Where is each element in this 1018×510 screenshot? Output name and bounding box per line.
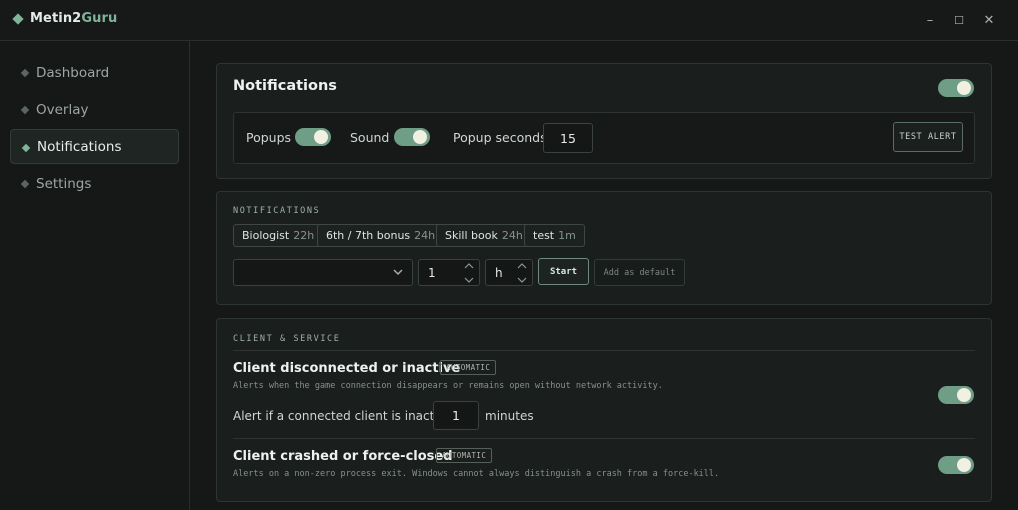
timer-chip[interactable]: Skill book 24h [436, 224, 532, 247]
minutes-label: minutes [485, 409, 534, 423]
client-crashed-toggle[interactable] [938, 456, 974, 474]
sidebar-item-dashboard[interactable]: Dashboard [10, 55, 179, 90]
chip-duration: 24h [414, 229, 436, 242]
chevron-down-icon [393, 269, 403, 275]
card-title: Notifications [233, 78, 337, 94]
divider [233, 350, 975, 351]
timer-chip[interactable]: test 1m [524, 224, 585, 247]
app-title-main: Metin2 [30, 11, 82, 26]
sidebar-item-label: Settings [36, 175, 92, 192]
timer-chip[interactable]: 6th / 7th bonus 24h [317, 224, 445, 247]
popup-seconds-input[interactable]: 15 [543, 123, 593, 153]
timers-card: NOTIFICATIONS Biologist 22h 6th / 7th bo… [216, 191, 992, 305]
sidebar-item-overlay[interactable]: Overlay [10, 92, 179, 127]
toggle-knob [957, 81, 971, 95]
add-as-default-button[interactable]: Add as default [594, 259, 685, 286]
notifications-card: Notifications Popups Sound Popup seconds… [216, 63, 992, 179]
maximize-icon: ☐ [954, 13, 964, 27]
sound-label: Sound [350, 130, 390, 145]
stepper-arrows-icon[interactable] [463, 262, 475, 284]
chip-name: test [533, 229, 555, 242]
section-label: CLIENT & SERVICE [233, 334, 341, 344]
toggle-knob [413, 130, 427, 144]
app-title: Metin2Guru [30, 11, 117, 26]
diamond-icon [21, 143, 31, 153]
client-crashed-title: Client crashed or force-closed [233, 449, 453, 464]
maximize-button[interactable]: ☐ [947, 8, 971, 32]
title-bar: Metin2Guru – ☐ ✕ [0, 0, 1018, 41]
popups-label: Popups [246, 130, 292, 145]
client-crashed-description: Alerts on a non-zero process exit. Windo… [233, 469, 720, 479]
close-icon: ✕ [983, 12, 995, 28]
chip-duration: 22h [293, 229, 315, 242]
timer-chip[interactable]: Biologist 22h [233, 224, 324, 247]
notification-options-row: Popups Sound Popup seconds 15 TEST ALERT [233, 112, 975, 164]
inactive-minutes-input[interactable]: 1 [433, 401, 479, 430]
sidebar-item-notifications[interactable]: Notifications [10, 129, 179, 164]
app-title-accent: Guru [81, 11, 118, 26]
sidebar-item-label: Notifications [37, 138, 122, 155]
popups-toggle[interactable] [295, 128, 331, 146]
diamond-icon [20, 179, 30, 189]
start-button[interactable]: Start [538, 258, 589, 285]
test-alert-button[interactable]: TEST ALERT [893, 122, 963, 152]
automatic-badge: AUTOMATIC [440, 360, 497, 375]
client-disconnected-toggle[interactable] [938, 386, 974, 404]
toggle-knob [314, 130, 328, 144]
client-service-card: CLIENT & SERVICE Client disconnected or … [216, 318, 992, 502]
chip-name: Biologist [242, 229, 290, 242]
amount-stepper[interactable]: 1 [418, 259, 480, 286]
unit-stepper[interactable]: h [485, 259, 533, 286]
sidebar-item-settings[interactable]: Settings [10, 166, 179, 201]
automatic-badge: AUTOMATIC [436, 448, 493, 463]
minimize-button[interactable]: – [918, 8, 942, 32]
unit-value: h [495, 266, 503, 280]
diamond-icon [20, 68, 30, 78]
amount-value: 1 [428, 266, 436, 280]
toggle-knob [957, 458, 971, 472]
client-disconnected-title: Client disconnected or inactive [233, 361, 461, 376]
chip-name: 6th / 7th bonus [326, 229, 411, 242]
client-disconnected-description: Alerts when the game connection disappea… [233, 381, 663, 391]
sidebar-item-label: Overlay [36, 101, 89, 118]
divider [233, 438, 975, 439]
chip-duration: 1m [558, 229, 576, 242]
sidebar-item-label: Dashboard [36, 64, 110, 81]
sound-toggle[interactable] [394, 128, 430, 146]
stepper-arrows-icon[interactable] [516, 262, 528, 284]
popup-seconds-label: Popup seconds [453, 130, 547, 145]
diamond-icon [20, 105, 30, 115]
timer-select[interactable] [233, 259, 413, 286]
chip-name: Skill book [445, 229, 498, 242]
close-button[interactable]: ✕ [977, 8, 1001, 32]
logo-icon [12, 13, 24, 25]
chip-duration: 24h [501, 229, 523, 242]
toggle-knob [957, 388, 971, 402]
minimize-icon: – [926, 12, 934, 28]
section-label: NOTIFICATIONS [233, 206, 321, 216]
notifications-master-toggle[interactable] [938, 79, 974, 97]
main-content: Notifications Popups Sound Popup seconds… [191, 41, 1018, 510]
sidebar: Dashboard Overlay Notifications Settings [0, 41, 190, 510]
